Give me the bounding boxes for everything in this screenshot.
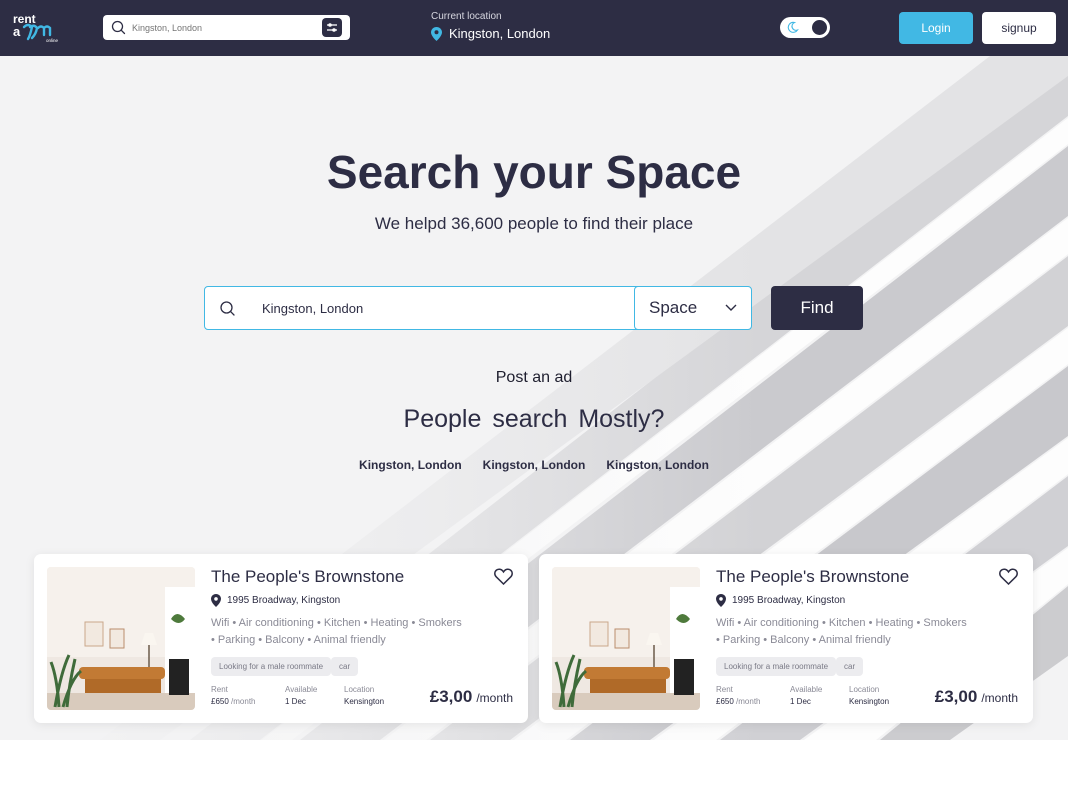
listing-features: • Parking • Balcony • Animal friendly: [211, 634, 386, 646]
rent-value: £650: [211, 697, 229, 706]
heart-icon[interactable]: [494, 568, 513, 585]
login-button[interactable]: Login: [899, 12, 973, 44]
listing-tag: Looking for a male roommate: [211, 657, 332, 676]
hero-subtitle: We helpd 36,600 people to find their pla…: [374, 214, 694, 233]
listing-title[interactable]: The People's Brownstone: [211, 567, 404, 587]
space-type-value: Space: [649, 298, 698, 317]
header-search-input[interactable]: [132, 15, 312, 40]
price-unit: /month: [981, 691, 1018, 705]
price-value: £3,00: [429, 687, 473, 706]
space-type-select[interactable]: Space: [634, 286, 752, 330]
rent-unit: /month: [736, 697, 761, 706]
listing-rent: Rent £650 /month: [211, 685, 256, 706]
location-label: Location: [344, 685, 375, 694]
available-label: Available: [285, 685, 318, 694]
price-unit: /month: [476, 691, 513, 705]
listing-address-text: 1995 Broadway, Kingston: [227, 595, 341, 606]
popular-searches: Kingston, London Kingston, London Kingst…: [0, 458, 1068, 472]
price-value: £3,00: [934, 687, 978, 706]
svg-text:online: online: [46, 38, 59, 43]
rent-label: Rent: [211, 685, 228, 694]
popular-search-link[interactable]: Kingston, London: [359, 458, 462, 472]
available-label: Available: [790, 685, 823, 694]
listing-photo: [552, 567, 700, 710]
location-pin-icon: [716, 594, 726, 607]
current-location-label: Current location: [431, 11, 502, 22]
listing-features: • Parking • Balcony • Animal friendly: [716, 634, 891, 646]
rent-label: Rent: [716, 685, 733, 694]
listing-features: Wifi • Air conditioning • Kitchen • Heat…: [716, 617, 967, 629]
location-label: Location: [849, 685, 880, 694]
header-search[interactable]: [103, 15, 350, 40]
chevron-down-icon: [725, 304, 737, 311]
listing-available: Available 1 Dec: [790, 685, 822, 706]
rent-unit: /month: [231, 697, 256, 706]
listing-address: 1995 Broadway, Kingston: [211, 594, 340, 607]
listing-location: Location Kensington: [849, 685, 889, 706]
popular-search-link[interactable]: Kingston, London: [606, 458, 709, 472]
signup-button[interactable]: signup: [982, 12, 1056, 44]
listing-address-text: 1995 Broadway, Kingston: [732, 595, 846, 606]
listing-tag: car: [836, 657, 864, 676]
moon-icon: [787, 21, 799, 33]
available-value: 1 Dec: [790, 697, 811, 706]
location-pin-icon: [431, 26, 442, 41]
find-button[interactable]: Find: [771, 286, 863, 330]
available-value: 1 Dec: [285, 697, 306, 706]
listing-features: Wifi • Air conditioning • Kitchen • Heat…: [211, 617, 462, 629]
listing-rent: Rent £650 /month: [716, 685, 761, 706]
listing-photo: [47, 567, 195, 710]
filter-button[interactable]: [322, 18, 342, 37]
location-pin-icon: [211, 594, 221, 607]
listing-available: Available 1 Dec: [285, 685, 317, 706]
top-navbar: rent a online Current location Kingston,…: [0, 0, 1068, 56]
listing-card[interactable]: The People's Brownstone 1995 Broadway, K…: [34, 554, 528, 723]
main-search-input[interactable]: [262, 287, 622, 329]
listing-title[interactable]: The People's Brownstone: [716, 567, 909, 587]
listing-tag: car: [331, 657, 359, 676]
sliders-icon: [327, 23, 337, 32]
post-ad-link[interactable]: Post an ad: [0, 369, 1068, 387]
current-location-text: Kingston, London: [449, 26, 551, 41]
listing-location: Location Kensington: [344, 685, 384, 706]
main-search-bar[interactable]: Space: [204, 286, 752, 330]
current-location[interactable]: Kingston, London: [431, 26, 550, 41]
toggle-knob: [812, 20, 827, 35]
listing-tag: Looking for a male roommate: [716, 657, 837, 676]
listing-price: £3,00/month: [430, 687, 513, 707]
dark-mode-toggle[interactable]: [780, 17, 830, 38]
heart-icon[interactable]: [999, 568, 1018, 585]
popular-search-link[interactable]: Kingston, London: [483, 458, 586, 472]
hero-title: Search your Space: [326, 146, 742, 198]
rent-value: £650: [716, 697, 734, 706]
svg-text:a: a: [13, 24, 21, 39]
location-value: Kensington: [344, 697, 385, 706]
search-icon: [111, 20, 126, 35]
logo[interactable]: rent a online: [13, 12, 63, 44]
listing-price: £3,00/month: [935, 687, 1018, 707]
listing-address: 1995 Broadway, Kingston: [716, 594, 845, 607]
search-icon: [220, 301, 235, 316]
location-value: Kensington: [849, 697, 890, 706]
listing-card[interactable]: The People's Brownstone 1995 Broadway, K…: [539, 554, 1033, 723]
people-search-heading: People search Mostly?: [403, 405, 665, 433]
